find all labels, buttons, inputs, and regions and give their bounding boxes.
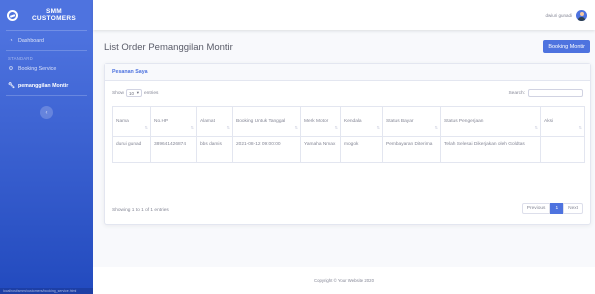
column-header-nama[interactable]: Nama ⇅ [112,106,151,137]
orders-card: Pesanan Saya Show 10 ▾ entries Search: N… [104,63,591,225]
sort-icon: ⇅ [144,125,148,130]
sidebar-divider [6,30,87,31]
show-label: Show [112,90,124,96]
page-title: List Order Pemanggilan Montir [104,42,233,53]
footer: Copyright © Your Website 2020 [93,267,595,294]
table-cell: 2021-08-12 09:00:00 [232,136,301,163]
column-header-tanggal[interactable]: Booking Untuk Tanggal ⇅ [232,106,301,137]
table-cell: bbs damis [196,136,233,163]
table-header-row: Nama ⇅ No.HP ⇅ Alamat ⇅ Booking Untuk Tangg… [112,106,585,137]
brand-text: SMM CUSTOMERS [24,8,84,22]
table-cell: 389641426874 [150,136,197,163]
sort-icon: ⇅ [578,125,582,130]
sidebar-toggle-button[interactable]: ‹ [40,106,53,119]
header-label: Aksi [544,118,554,124]
entries-select[interactable]: 10 ▾ [126,89,142,97]
table-search: Search: [508,89,583,97]
sort-icon: ⇅ [190,125,194,130]
sidebar-item-label: pemanggilan Montir [18,82,69,89]
sidebar-brand[interactable]: SMM CUSTOMERS [0,0,93,30]
table-cell [540,136,585,163]
header-label: Booking Untuk Tanggal [236,118,286,124]
header-label: No.HP [154,118,169,124]
orders-table: Nama ⇅ No.HP ⇅ Alamat ⇅ Booking Untuk Tangg… [112,106,585,163]
booking-montir-button[interactable]: Booking Montir [543,40,590,53]
cog-icon: ⚙ [8,65,14,72]
column-header-status-bayar[interactable]: Status Bayar ⇅ [382,106,441,137]
table-cell: Pembayaran Diterima [382,136,441,163]
dashboard-icon: ◔ [9,37,13,44]
entries-length: Show 10 ▾ entries [112,89,158,97]
sidebar-divider [6,50,87,51]
column-header-nohp[interactable]: No.HP ⇅ [150,106,197,137]
avatar[interactable] [576,9,587,21]
card-title: Pesanan Saya [112,69,148,75]
sidebar: SMM CUSTOMERS ◔ Dashboard STANDARD ⚙ Book… [0,0,93,294]
header-label: Status Pengerjaan [444,118,484,124]
sidebar-divider [6,95,87,96]
header-label: Alamat [200,118,215,124]
sort-icon: ⇅ [226,125,230,130]
card-header: Pesanan Saya [105,64,590,81]
header-label: Nama [116,118,129,124]
page-button[interactable]: 1 [550,203,564,214]
user-name[interactable]: dwiuri gunadi [545,13,572,18]
chevron-down-icon: ▾ [136,90,139,95]
column-header-aksi[interactable]: Aksi ⇅ [540,106,585,137]
brand-line-1: SMM [45,8,63,15]
brand-logo-icon [7,9,18,21]
sort-icon: ⇅ [434,125,438,130]
table-info: Showing 1 to 1 of 1 entries [112,208,169,213]
table-cell: Yamaha Nmax [300,136,341,163]
search-label: Search: [508,90,525,96]
table-controls: Show 10 ▾ entries Search: [112,88,583,98]
copyright-text: Copyright © Your Website 2020 [314,278,374,283]
sidebar-heading: STANDARD [8,55,33,61]
status-url: localhost/smm/customers/booking_service.… [0,288,93,294]
sidebar-item-label: Dashboard [18,37,44,44]
column-header-kendala[interactable]: Kendala ⇅ [340,106,383,137]
sort-icon: ⇅ [294,125,298,130]
search-input[interactable] [528,89,583,97]
column-header-status-pengerjaan[interactable]: Status Pengerjaan ⇅ [440,106,541,137]
next-button[interactable]: Next [563,203,583,214]
column-header-alamat[interactable]: Alamat ⇅ [196,106,233,137]
sidebar-item-booking-service[interactable]: ⚙ Booking Service [0,62,93,75]
header-label: Kendala [344,118,362,124]
topbar: dwiuri gunadi [93,0,595,30]
sidebar-item-label: Booking Service [18,65,57,72]
brand-line-2: CUSTOMERS [31,15,77,22]
previous-button[interactable]: Previous [521,203,551,214]
header-label: Status Bayar [386,118,414,124]
wrench-icon: 🔧︎ [8,82,15,89]
main-content: List Order Pemanggilan Montir Booking Mo… [93,30,595,294]
sort-icon: ⇅ [534,125,538,130]
table-cell: mogok [340,136,383,163]
header-label: Merk Motor [304,118,329,124]
table-cell: Telah Selesai Dikerjakan oleh Goldtas [440,136,541,163]
sidebar-item-pemanggilan-montir[interactable]: 🔧︎ pemanggilan Montir [0,79,93,92]
entries-select-value: 10 [129,90,135,96]
chevron-left-icon: ‹ [45,109,48,116]
pagination: Previous 1 Next [521,203,583,214]
table-row: durui gunad 389641426874 bbs damis 2021-… [112,136,585,163]
sort-icon: ⇅ [376,125,380,130]
sort-icon: ⇅ [334,125,338,130]
column-header-merk[interactable]: Merk Motor ⇅ [300,106,341,137]
table-cell: durui gunad [112,136,151,163]
entries-label: entries [144,90,159,96]
sidebar-item-dashboard[interactable]: ◔ Dashboard [0,34,93,47]
